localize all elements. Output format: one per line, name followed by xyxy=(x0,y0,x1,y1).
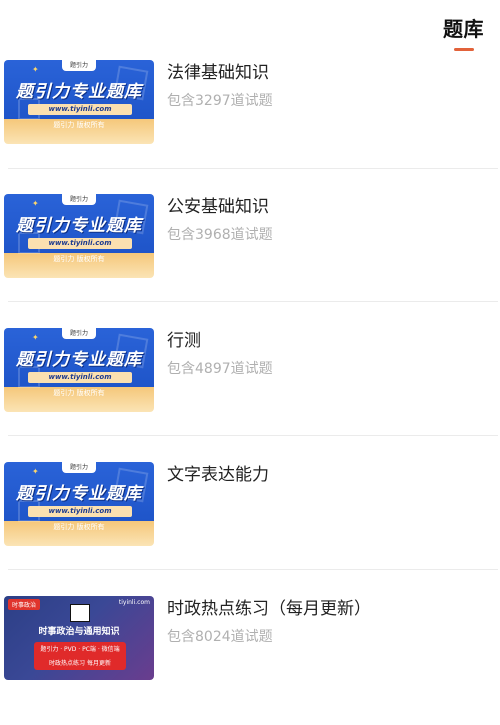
thumb-logo: 题引力 xyxy=(62,328,96,339)
item-info: 行测 包含4897道试题 xyxy=(167,330,497,378)
list-item[interactable]: 题引力 ✦ 题引力专业题库 www.tiyinli.com 题引力 版权所有 法… xyxy=(0,58,500,168)
item-thumbnail: 题引力 ✦ 题引力专业题库 www.tiyinli.com 题引力 版权所有 xyxy=(4,328,154,412)
item-count: 包含8024道试题 xyxy=(167,629,273,645)
qr-code-icon xyxy=(70,604,90,622)
item-count: 包含3968道试题 xyxy=(167,227,273,243)
thumb-copyright: 题引力 版权所有 xyxy=(53,121,105,129)
thumb-banner-line: 题引力 · PVD · PC端 · 微信端 xyxy=(40,646,120,653)
list-item[interactable]: 时事政治 tiyinli.com 时事政治与通用知识 题引力 · PVD · P… xyxy=(0,594,500,704)
item-thumbnail: 题引力 ✦ 题引力专业题库 www.tiyinli.com 题引力 版权所有 xyxy=(4,60,154,144)
thumb-title: 时事政治与通用知识 xyxy=(38,627,120,637)
star-icon: ✦ xyxy=(32,467,39,476)
thumb-copyright: 题引力 版权所有 xyxy=(53,389,105,397)
tab-label: 题库 xyxy=(443,17,484,41)
thumb-copyright: 题引力 版权所有 xyxy=(53,255,105,263)
star-icon: ✦ xyxy=(32,333,39,342)
divider xyxy=(8,435,498,436)
thumb-url: www.tiyinli.com xyxy=(28,506,132,517)
thumb-banner-line: 时政热点练习 每月更新 xyxy=(49,660,111,667)
item-title: 法律基础知识 xyxy=(167,63,269,83)
list-item[interactable]: 题引力 ✦ 题引力专业题库 www.tiyinli.com 题引力 版权所有 公… xyxy=(0,192,500,302)
thumb-title: 题引力专业题库 xyxy=(16,216,142,236)
list-item[interactable]: 题引力 ✦ 题引力专业题库 www.tiyinli.com 题引力 版权所有 行… xyxy=(0,326,500,436)
star-icon: ✦ xyxy=(32,65,39,74)
thumb-banner: 题引力 · PVD · PC端 · 微信端 时政热点练习 每月更新 xyxy=(34,642,126,670)
thumb-logo: 题引力 xyxy=(62,60,96,71)
divider xyxy=(8,569,498,570)
item-title: 行测 xyxy=(167,331,201,351)
item-title: 文字表达能力 xyxy=(167,465,269,485)
item-count: 包含4897道试题 xyxy=(167,361,273,377)
thumb-url: www.tiyinli.com xyxy=(28,238,132,249)
thumb-url: www.tiyinli.com xyxy=(28,372,132,383)
item-thumbnail: 题引力 ✦ 题引力专业题库 www.tiyinli.com 题引力 版权所有 xyxy=(4,194,154,278)
thumb-site: tiyinli.com xyxy=(118,599,150,606)
tab-active-indicator xyxy=(453,48,474,51)
item-title: 时政热点练习（每月更新） xyxy=(167,599,371,619)
thumb-title: 题引力专业题库 xyxy=(16,82,142,102)
thumb-title: 题引力专业题库 xyxy=(16,484,142,504)
thumb-logo: 题引力 xyxy=(62,462,96,473)
thumb-title: 题引力专业题库 xyxy=(16,350,142,370)
item-thumbnail: 题引力 ✦ 题引力专业题库 www.tiyinli.com 题引力 版权所有 xyxy=(4,462,154,546)
item-info: 时政热点练习（每月更新） 包含8024道试题 xyxy=(167,598,497,646)
divider xyxy=(8,168,498,169)
header: 题库 xyxy=(0,0,500,54)
thumb-logo: 题引力 xyxy=(62,194,96,205)
item-thumbnail: 时事政治 tiyinli.com 时事政治与通用知识 题引力 · PVD · P… xyxy=(4,596,154,680)
divider xyxy=(8,301,498,302)
item-count: 包含3297道试题 xyxy=(167,93,273,109)
thumb-url: www.tiyinli.com xyxy=(28,104,132,115)
item-title: 公安基础知识 xyxy=(167,197,269,217)
tab-question-bank[interactable]: 题库 xyxy=(443,13,484,51)
thumb-copyright: 题引力 版权所有 xyxy=(53,523,105,531)
item-info: 公安基础知识 包含3968道试题 xyxy=(167,196,497,244)
list-item[interactable]: 题引力 ✦ 题引力专业题库 www.tiyinli.com 题引力 版权所有 文… xyxy=(0,460,500,570)
item-info: 文字表达能力 xyxy=(167,464,497,494)
star-icon: ✦ xyxy=(32,199,39,208)
item-info: 法律基础知识 包含3297道试题 xyxy=(167,62,497,110)
thumb-tag: 时事政治 xyxy=(8,599,41,610)
